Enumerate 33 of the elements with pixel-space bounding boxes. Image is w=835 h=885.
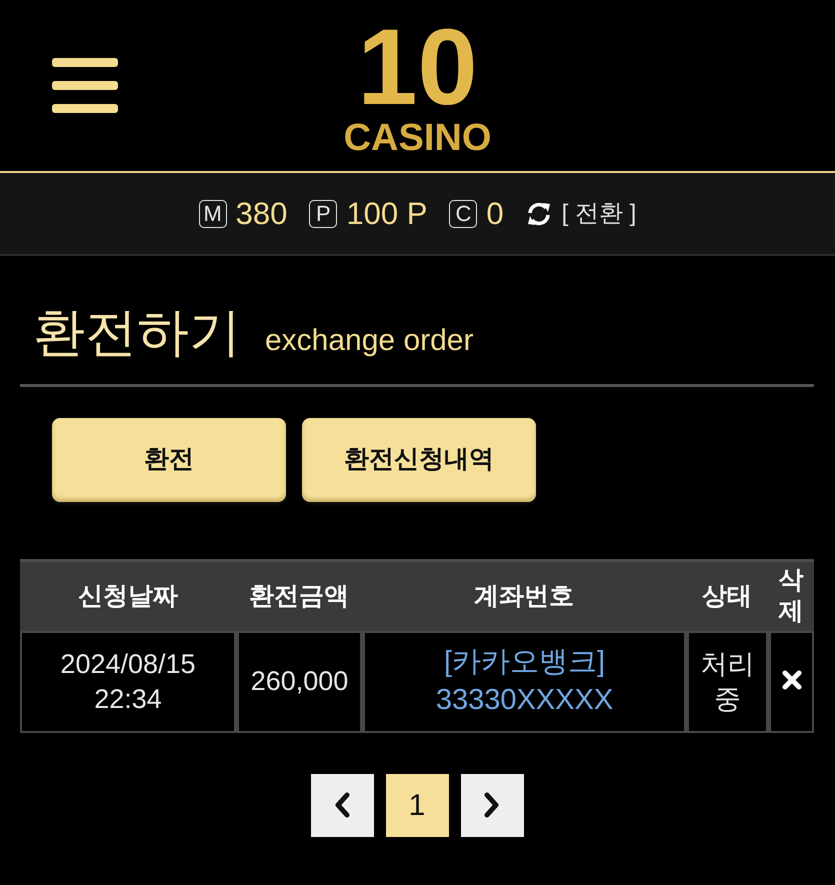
request-date: 2024/08/15 xyxy=(59,648,197,681)
column-header: 삭제 xyxy=(768,558,814,631)
account-number: 33330XXXXX xyxy=(434,682,614,718)
page-number-button[interactable]: 1 xyxy=(386,774,448,837)
casino-logo[interactable]: 10 CASINO xyxy=(344,14,492,157)
column-header: 상태 xyxy=(686,558,768,631)
action-button[interactable]: 환전 xyxy=(52,418,286,502)
logo-number: 10 xyxy=(357,22,478,113)
column-header: 계좌번호 xyxy=(362,558,686,631)
amount-cell: 260,000 xyxy=(236,630,362,733)
action-button[interactable]: 환전신청내역 xyxy=(302,418,536,502)
chevron-right-icon xyxy=(483,791,501,820)
balance-value: 100 P xyxy=(346,198,428,229)
currency-symbol: M xyxy=(198,200,227,228)
refresh-icon[interactable] xyxy=(526,200,552,226)
menu-icon[interactable] xyxy=(52,58,118,114)
currency-symbol: C xyxy=(449,200,478,228)
chevron-left-icon xyxy=(333,791,351,820)
column-header: 신청날짜 xyxy=(20,558,236,631)
balance-value: 0 xyxy=(486,198,504,229)
previous-page-button[interactable] xyxy=(310,774,374,837)
delete-icon[interactable] xyxy=(782,670,802,690)
bank-name: [카카오뱅크] xyxy=(442,645,606,680)
request-time: 22:34 xyxy=(93,682,163,716)
logo-wordmark: CASINO xyxy=(344,118,492,157)
status-cell: 처리중 xyxy=(686,630,768,733)
next-page-button[interactable] xyxy=(460,774,524,837)
balance-value: 380 xyxy=(236,198,288,229)
currency-symbol: P xyxy=(309,200,338,228)
column-header: 환전금액 xyxy=(236,558,362,631)
page-subtitle: exchange order xyxy=(265,323,474,359)
page-title: 환전하기 xyxy=(33,304,241,364)
convert-link[interactable]: [ 전환 ] xyxy=(562,196,636,232)
